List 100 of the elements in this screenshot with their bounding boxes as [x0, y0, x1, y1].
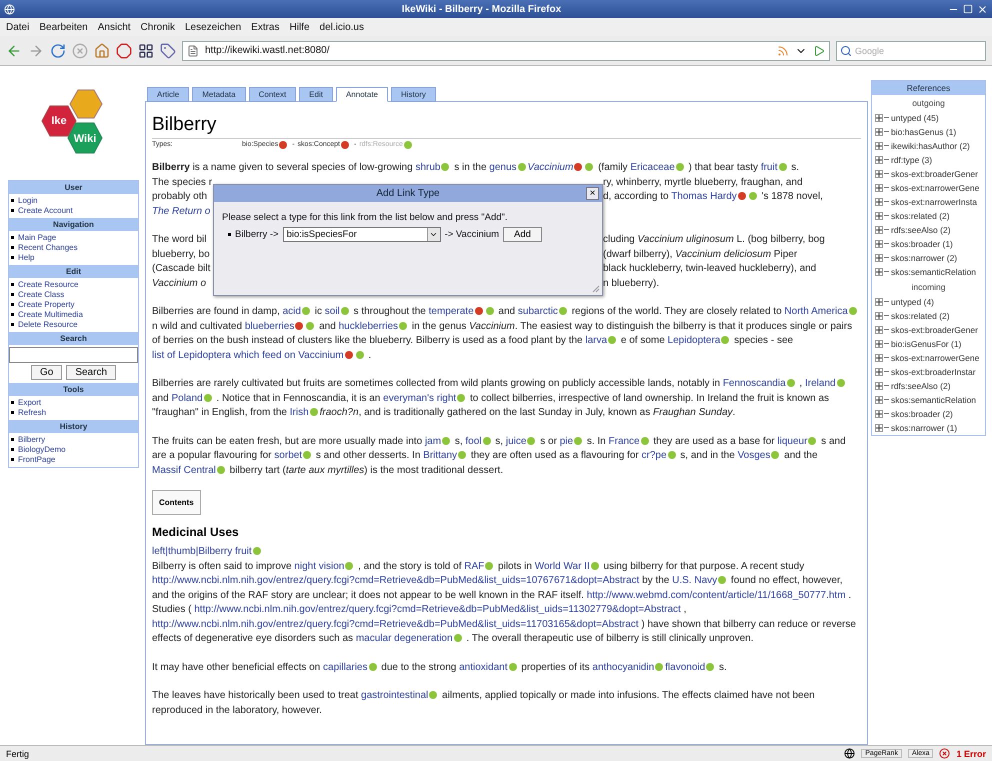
- status-dot-icon[interactable]: [302, 307, 310, 315]
- expand-icon[interactable]: [875, 254, 883, 262]
- text-link[interactable]: juice: [506, 436, 526, 446]
- text-link[interactable]: temperate: [428, 306, 474, 317]
- tree-item[interactable]: rdf:type (3): [891, 154, 932, 164]
- status-dot-icon[interactable]: [640, 436, 649, 444]
- sidebar-link[interactable]: Refresh: [18, 408, 46, 417]
- home-icon[interactable]: [94, 42, 110, 58]
- text-link[interactable]: The Return o: [152, 206, 210, 216]
- tag-icon[interactable]: [160, 42, 176, 58]
- expand-icon[interactable]: [875, 156, 883, 164]
- globe-icon[interactable]: [844, 748, 856, 759]
- text-link[interactable]: Vaccinium: [528, 162, 574, 173]
- search-button[interactable]: Search: [66, 365, 116, 380]
- text-link[interactable]: genus: [489, 162, 517, 173]
- tree-item[interactable]: ikewiki:hasAuthor (2): [891, 140, 970, 150]
- text-link[interactable]: Ireland: [805, 378, 836, 389]
- text-link[interactable]: anthocyanidin: [592, 662, 654, 672]
- status-dot-icon[interactable]: [721, 336, 730, 344]
- search-input[interactable]: [9, 347, 138, 363]
- tree-item[interactable]: untyped (45): [891, 112, 939, 122]
- status-dot-icon[interactable]: [508, 662, 516, 670]
- tab[interactable]: Article: [147, 87, 190, 102]
- status-dot-icon[interactable]: [457, 394, 466, 402]
- status-dot-icon[interactable]: [558, 307, 567, 315]
- text-link[interactable]: Poland: [171, 392, 203, 404]
- octagon-icon[interactable]: [116, 42, 132, 58]
- contents-box[interactable]: Contents: [152, 490, 201, 515]
- text-link[interactable]: pie: [560, 436, 574, 446]
- text-link[interactable]: everyman's right: [383, 392, 456, 404]
- sidebar-link[interactable]: Export: [18, 398, 42, 407]
- text-link[interactable]: Ericaceae: [630, 162, 675, 173]
- status-dot-icon[interactable]: [778, 163, 786, 171]
- status-dot-icon[interactable]: [204, 394, 212, 402]
- rss-icon[interactable]: [777, 44, 789, 56]
- menu-item[interactable]: Extras: [251, 22, 280, 32]
- status-dot-icon[interactable]: [454, 634, 462, 642]
- text-link[interactable]: World War II: [534, 560, 590, 572]
- menu-item[interactable]: del.icio.us: [320, 22, 364, 32]
- status-dot-icon[interactable]: [303, 451, 312, 459]
- tab[interactable]: Metadata: [192, 87, 246, 102]
- expand-icon[interactable]: [875, 368, 883, 376]
- sidebar-link[interactable]: FrontPage: [18, 455, 56, 464]
- status-dot-icon[interactable]: [808, 436, 816, 444]
- expand-icon[interactable]: [875, 128, 883, 136]
- expand-icon[interactable]: [875, 410, 883, 418]
- expand-icon[interactable]: [875, 240, 883, 248]
- expand-icon[interactable]: [875, 170, 883, 178]
- sidebar-link[interactable]: Help: [18, 253, 34, 262]
- text-link[interactable]: macular degeneration: [356, 633, 453, 644]
- tree-item[interactable]: skos:related (2): [891, 310, 950, 320]
- text-link[interactable]: sorbet: [274, 450, 302, 461]
- expand-icon[interactable]: [875, 396, 883, 404]
- text-link[interactable]: North America: [784, 306, 848, 317]
- tab[interactable]: History: [391, 87, 436, 102]
- tree-item[interactable]: skos:semanticRelation: [891, 394, 976, 404]
- text-link[interactable]: antioxidant: [459, 662, 508, 672]
- tree-item[interactable]: skos-ext:narrowerGene: [891, 182, 980, 192]
- menu-item[interactable]: Hilfe: [290, 22, 310, 32]
- text-link[interactable]: shrub: [415, 162, 440, 173]
- add-button[interactable]: Add: [503, 227, 542, 242]
- text-link[interactable]: RAF: [464, 560, 484, 572]
- forward-icon[interactable]: [28, 42, 44, 58]
- resize-grip-icon[interactable]: [592, 285, 600, 293]
- menu-item[interactable]: Chronik: [140, 22, 175, 32]
- search-field[interactable]: Google: [836, 40, 986, 60]
- tree-item[interactable]: skos:related (2): [891, 210, 950, 220]
- sidebar-link[interactable]: Create Account: [18, 206, 73, 215]
- status-dot-icon[interactable]: [306, 322, 314, 330]
- url-field[interactable]: http://ikewiki.wastl.net:8080/: [182, 40, 830, 60]
- status-dot-icon[interactable]: [518, 163, 526, 171]
- status-dot-icon[interactable]: [474, 307, 483, 315]
- sidebar-link[interactable]: Create Multimedia: [18, 310, 83, 319]
- text-link[interactable]: capillaries: [323, 662, 368, 672]
- sidebar-link[interactable]: Login: [18, 196, 38, 205]
- status-dot-icon[interactable]: [574, 436, 582, 444]
- status-dot-icon[interactable]: [345, 562, 354, 570]
- menu-item[interactable]: Bearbeiten: [39, 22, 88, 32]
- close-icon[interactable]: [977, 4, 988, 14]
- status-dot-icon[interactable]: [485, 562, 494, 570]
- maximize-icon[interactable]: [963, 4, 973, 14]
- status-dot-icon[interactable]: [771, 451, 780, 459]
- text-link[interactable]: fruit: [760, 162, 778, 173]
- expand-icon[interactable]: [875, 424, 883, 432]
- status-dot-icon[interactable]: [706, 662, 714, 670]
- status-dot-icon[interactable]: [404, 141, 412, 149]
- menu-item[interactable]: Ansicht: [98, 22, 131, 32]
- status-dot-icon[interactable]: [295, 322, 304, 330]
- text-link[interactable]: Thomas Hardy: [671, 191, 737, 202]
- tree-item[interactable]: untyped (4): [891, 296, 934, 306]
- text-link[interactable]: Vosges: [738, 450, 770, 461]
- status-dot-icon[interactable]: [279, 141, 288, 149]
- stop-icon[interactable]: [72, 42, 88, 58]
- status-dot-icon[interactable]: [441, 163, 450, 171]
- reload-icon[interactable]: [50, 42, 66, 58]
- search-button[interactable]: Go: [30, 365, 62, 380]
- text-link[interactable]: jam: [424, 436, 442, 446]
- text-link[interactable]: blueberries: [244, 320, 294, 332]
- menu-item[interactable]: Datei: [6, 22, 30, 32]
- status-dot-icon[interactable]: [590, 562, 599, 570]
